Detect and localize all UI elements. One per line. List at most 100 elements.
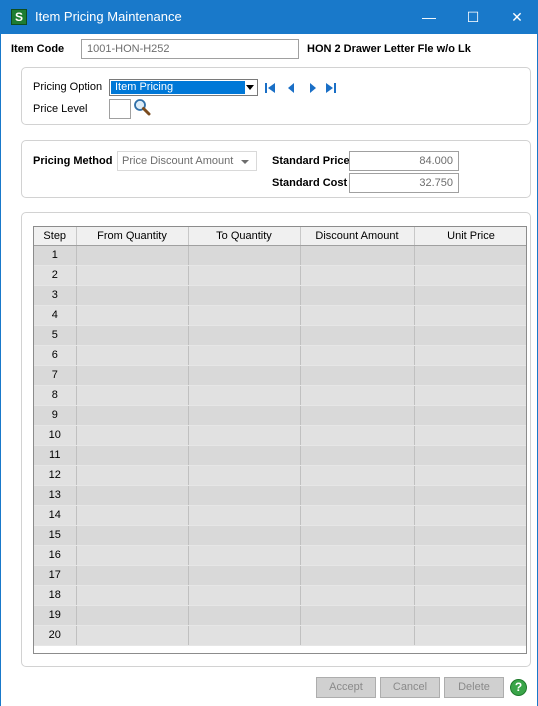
unit-price-cell[interactable] bbox=[414, 345, 526, 366]
from-quantity-cell[interactable] bbox=[76, 625, 189, 646]
from-quantity-cell[interactable] bbox=[76, 365, 189, 386]
column-header-unit-price[interactable]: Unit Price bbox=[414, 227, 526, 246]
table-row[interactable]: 1 bbox=[34, 245, 526, 266]
pricing-option-select[interactable]: Item Pricing bbox=[109, 79, 258, 96]
table-row[interactable]: 10 bbox=[34, 425, 526, 446]
table-row[interactable]: 2 bbox=[34, 265, 526, 286]
to-quantity-cell[interactable] bbox=[188, 565, 301, 586]
discount-amount-cell[interactable] bbox=[300, 465, 415, 486]
unit-price-cell[interactable] bbox=[414, 325, 526, 346]
price-level-lookup-button[interactable] bbox=[133, 98, 151, 116]
discount-amount-cell[interactable] bbox=[300, 365, 415, 386]
to-quantity-cell[interactable] bbox=[188, 265, 301, 286]
to-quantity-cell[interactable] bbox=[188, 445, 301, 466]
discount-amount-cell[interactable] bbox=[300, 305, 415, 326]
discount-amount-cell[interactable] bbox=[300, 245, 415, 266]
discount-amount-cell[interactable] bbox=[300, 525, 415, 546]
to-quantity-cell[interactable] bbox=[188, 305, 301, 326]
table-row[interactable]: 13 bbox=[34, 485, 526, 506]
unit-price-cell[interactable] bbox=[414, 505, 526, 526]
column-header-step[interactable]: Step bbox=[34, 227, 77, 246]
standard-price-field[interactable]: 84.000 bbox=[349, 151, 459, 171]
discount-amount-cell[interactable] bbox=[300, 545, 415, 566]
pricing-steps-grid[interactable]: Step From Quantity To Quantity Discount … bbox=[33, 226, 527, 654]
to-quantity-cell[interactable] bbox=[188, 545, 301, 566]
discount-amount-cell[interactable] bbox=[300, 605, 415, 626]
maximize-button[interactable]: ☐ bbox=[451, 0, 495, 34]
column-header-to-quantity[interactable]: To Quantity bbox=[188, 227, 301, 246]
to-quantity-cell[interactable] bbox=[188, 245, 301, 266]
discount-amount-cell[interactable] bbox=[300, 265, 415, 286]
to-quantity-cell[interactable] bbox=[188, 625, 301, 646]
unit-price-cell[interactable] bbox=[414, 485, 526, 506]
from-quantity-cell[interactable] bbox=[76, 585, 189, 606]
table-row[interactable]: 15 bbox=[34, 525, 526, 546]
from-quantity-cell[interactable] bbox=[76, 425, 189, 446]
from-quantity-cell[interactable] bbox=[76, 325, 189, 346]
to-quantity-cell[interactable] bbox=[188, 525, 301, 546]
unit-price-cell[interactable] bbox=[414, 405, 526, 426]
previous-record-button[interactable] bbox=[284, 80, 298, 96]
unit-price-cell[interactable] bbox=[414, 605, 526, 626]
unit-price-cell[interactable] bbox=[414, 265, 526, 286]
from-quantity-cell[interactable] bbox=[76, 605, 189, 626]
unit-price-cell[interactable] bbox=[414, 565, 526, 586]
unit-price-cell[interactable] bbox=[414, 445, 526, 466]
table-row[interactable]: 3 bbox=[34, 285, 526, 306]
table-row[interactable]: 16 bbox=[34, 545, 526, 566]
from-quantity-cell[interactable] bbox=[76, 285, 189, 306]
from-quantity-cell[interactable] bbox=[76, 305, 189, 326]
accept-button[interactable]: Accept bbox=[316, 677, 376, 698]
table-row[interactable]: 17 bbox=[34, 565, 526, 586]
next-record-button[interactable] bbox=[306, 80, 320, 96]
unit-price-cell[interactable] bbox=[414, 625, 526, 646]
from-quantity-cell[interactable] bbox=[76, 345, 189, 366]
table-row[interactable]: 8 bbox=[34, 385, 526, 406]
unit-price-cell[interactable] bbox=[414, 425, 526, 446]
discount-amount-cell[interactable] bbox=[300, 285, 415, 306]
table-row[interactable]: 14 bbox=[34, 505, 526, 526]
from-quantity-cell[interactable] bbox=[76, 565, 189, 586]
discount-amount-cell[interactable] bbox=[300, 425, 415, 446]
last-record-button[interactable] bbox=[324, 80, 338, 96]
from-quantity-cell[interactable] bbox=[76, 245, 189, 266]
unit-price-cell[interactable] bbox=[414, 385, 526, 406]
from-quantity-cell[interactable] bbox=[76, 505, 189, 526]
unit-price-cell[interactable] bbox=[414, 285, 526, 306]
table-row[interactable]: 6 bbox=[34, 345, 526, 366]
to-quantity-cell[interactable] bbox=[188, 485, 301, 506]
standard-cost-field[interactable]: 32.750 bbox=[349, 173, 459, 193]
first-record-button[interactable] bbox=[263, 80, 277, 96]
to-quantity-cell[interactable] bbox=[188, 605, 301, 626]
from-quantity-cell[interactable] bbox=[76, 265, 189, 286]
discount-amount-cell[interactable] bbox=[300, 445, 415, 466]
to-quantity-cell[interactable] bbox=[188, 405, 301, 426]
from-quantity-cell[interactable] bbox=[76, 445, 189, 466]
to-quantity-cell[interactable] bbox=[188, 285, 301, 306]
discount-amount-cell[interactable] bbox=[300, 625, 415, 646]
to-quantity-cell[interactable] bbox=[188, 345, 301, 366]
column-header-from-quantity[interactable]: From Quantity bbox=[76, 227, 189, 246]
to-quantity-cell[interactable] bbox=[188, 385, 301, 406]
table-row[interactable]: 11 bbox=[34, 445, 526, 466]
to-quantity-cell[interactable] bbox=[188, 325, 301, 346]
unit-price-cell[interactable] bbox=[414, 465, 526, 486]
unit-price-cell[interactable] bbox=[414, 245, 526, 266]
from-quantity-cell[interactable] bbox=[76, 485, 189, 506]
discount-amount-cell[interactable] bbox=[300, 565, 415, 586]
to-quantity-cell[interactable] bbox=[188, 425, 301, 446]
discount-amount-cell[interactable] bbox=[300, 385, 415, 406]
discount-amount-cell[interactable] bbox=[300, 485, 415, 506]
discount-amount-cell[interactable] bbox=[300, 345, 415, 366]
table-row[interactable]: 18 bbox=[34, 585, 526, 606]
table-row[interactable]: 9 bbox=[34, 405, 526, 426]
column-header-discount-amount[interactable]: Discount Amount bbox=[300, 227, 415, 246]
to-quantity-cell[interactable] bbox=[188, 505, 301, 526]
price-level-field[interactable] bbox=[109, 99, 131, 119]
discount-amount-cell[interactable] bbox=[300, 585, 415, 606]
from-quantity-cell[interactable] bbox=[76, 525, 189, 546]
to-quantity-cell[interactable] bbox=[188, 465, 301, 486]
discount-amount-cell[interactable] bbox=[300, 405, 415, 426]
from-quantity-cell[interactable] bbox=[76, 385, 189, 406]
cancel-button[interactable]: Cancel bbox=[380, 677, 440, 698]
